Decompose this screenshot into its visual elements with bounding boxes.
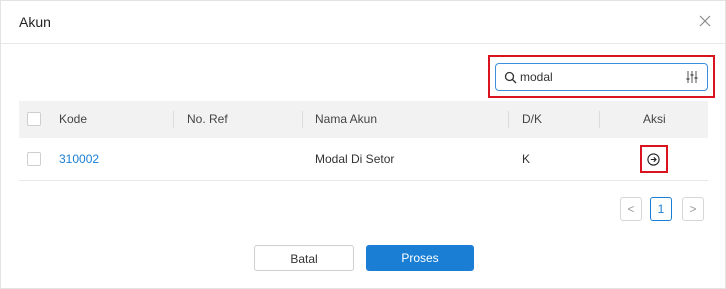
modal-title: Akun <box>19 14 51 30</box>
search-box[interactable] <box>495 63 708 91</box>
close-icon[interactable] <box>697 13 713 29</box>
cancel-button[interactable]: Batal <box>254 245 354 271</box>
column-header-aksi: Aksi <box>643 112 666 126</box>
account-table: Kode No. Ref Nama Akun D/K Aksi 310002 M… <box>19 101 708 181</box>
column-header-nama-akun: Nama Akun <box>315 112 378 126</box>
pagination-prev-button[interactable]: < <box>620 197 642 221</box>
pagination-page-button[interactable]: 1 <box>650 197 672 221</box>
column-divider <box>599 111 600 128</box>
column-header-kode: Kode <box>59 112 88 126</box>
pagination-next-button[interactable]: > <box>682 197 704 221</box>
cell-dk: K <box>522 152 531 166</box>
select-all-checkbox[interactable] <box>27 112 41 126</box>
modal-header: Akun <box>1 1 725 44</box>
column-divider <box>302 111 303 128</box>
filter-icon[interactable] <box>685 70 699 84</box>
search-icon <box>504 71 517 84</box>
search-input[interactable] <box>520 67 680 87</box>
submit-button[interactable]: Proses <box>366 245 474 271</box>
column-divider <box>173 111 174 128</box>
cell-nama-akun: Modal Di Setor <box>315 152 395 166</box>
table-header: Kode No. Ref Nama Akun D/K Aksi <box>19 101 708 138</box>
arrow-right-circle-icon[interactable] <box>647 153 660 166</box>
row-checkbox[interactable] <box>27 152 41 166</box>
column-header-dk: D/K <box>522 112 543 126</box>
column-divider <box>508 111 509 128</box>
column-header-no-ref: No. Ref <box>187 112 228 126</box>
modal-dialog: Akun Kode No. Ref Nama Akun D/K <box>0 0 726 289</box>
table-row: 310002 Modal Di Setor K <box>19 138 708 181</box>
cell-kode[interactable]: 310002 <box>59 138 99 181</box>
